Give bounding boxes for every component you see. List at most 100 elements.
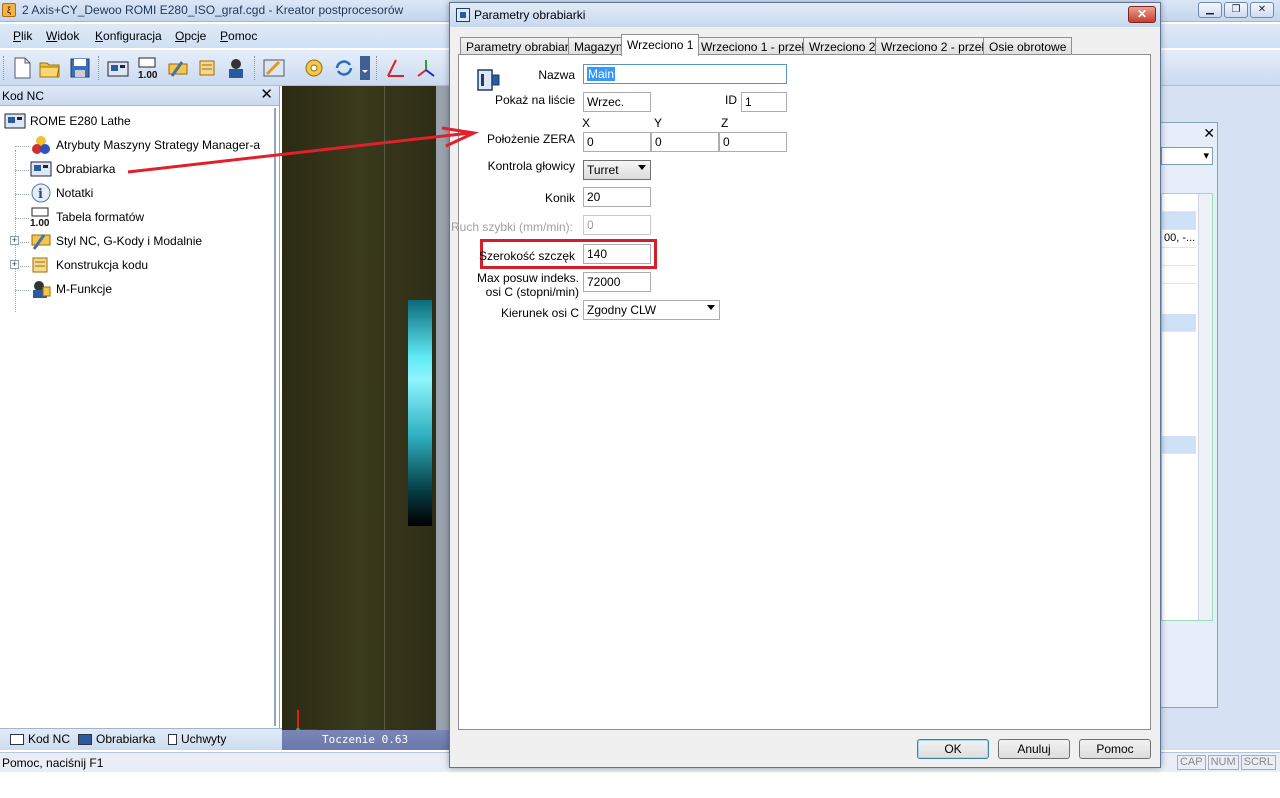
background-combo[interactable] [1161,147,1213,165]
panel-close-icon[interactable]: ✕ [260,87,273,103]
background-close-icon[interactable]: ✕ [1203,125,1215,142]
tab-label: Kod NC [28,732,71,746]
pokaz-input[interactable]: Wrzec. [583,92,651,112]
konik-input[interactable]: 20 [583,187,651,207]
tab-obrabiarka[interactable]: Obrabiarka [78,732,155,746]
menu-plik[interactable]: Plik [13,29,32,43]
tree-item-label: M-Funkcje [56,282,113,296]
dialog-close-button[interactable]: ✕ [1128,6,1156,23]
wrench-icon[interactable] [166,56,190,80]
machine-parameters-dialog: Parametry obrabiarki ✕ Parametry obrabia… [449,2,1161,768]
menu-konfiguracja[interactable]: Konfiguracja [95,29,162,43]
toolbar-separator [254,56,256,80]
menu-pomoc[interactable]: Pomoc [220,29,257,43]
tree-item-konstrukcja[interactable]: Konstrukcja kodu [30,254,148,276]
background-list[interactable]: 00, -... [1161,193,1213,621]
tree-item-label: Styl NC, G-Kody i Modalnie [56,234,203,248]
expand-toggle-icon[interactable]: + [10,260,19,269]
list-item [1162,212,1196,230]
format-table-toolbar-icon[interactable]: 1.00 [136,56,160,81]
toolbar-grip [3,56,5,80]
tools-icon[interactable] [262,56,286,80]
menu-widok[interactable]: Widok [46,29,79,43]
close-button[interactable]: ✕ [1250,2,1274,18]
caps-indicator: CAP [1176,755,1206,770]
app-icon: ξ [2,3,16,17]
new-file-icon[interactable] [10,56,34,80]
menu-opcje[interactable]: Opcje [175,29,206,43]
tab-wrzeciono-1-przel[interactable]: Wrzeciono 1 - przeł. [695,37,814,55]
kontrola-select[interactable]: Turret [583,160,651,180]
panel-bottom-tabs: Kod NC Obrabiarka Uchwyty [0,728,282,750]
tree-item-attributes[interactable]: Atrybuty Maszyny Strategy Manager-a [30,134,260,156]
list-item [1162,436,1196,454]
tab-osie-obrotowe[interactable]: Osie obrotowe [983,37,1073,55]
document-icon [10,733,24,745]
tab-wrzeciono-1[interactable]: Wrzeciono 1 [621,34,700,56]
tab-uchwyty[interactable]: Uchwyty [168,732,226,746]
chevron-down-icon [707,305,715,310]
background-window: ✕ 00, -... [1160,122,1218,708]
axis-3d-icon[interactable] [414,56,438,80]
tab-wrzeciono-2[interactable]: Wrzeciono 2 [803,37,882,55]
tree-item-mfunkcje[interactable]: M-Funkcje [30,278,112,300]
list-item [1162,194,1196,212]
dialog-machine-icon [456,8,470,22]
id-input[interactable]: 1 [741,92,787,112]
help-button[interactable]: Pomoc [1079,739,1151,759]
tab-wrzeciono-2-przel[interactable]: Wrzeciono 2 - przeł. [875,37,994,55]
tree-item-obrabiarka[interactable]: Obrabiarka [30,158,115,180]
tree-item-tabela[interactable]: 1.00 Tabela formatów [30,206,144,229]
mfunction-toolbar-icon[interactable] [224,56,248,80]
background-scrollbar[interactable] [1198,194,1212,620]
toolbar-separator [376,56,378,80]
scroll-toolbar-icon[interactable] [196,56,220,80]
tree-view: ROME E280 Lathe Atrybuty Maszyny Strateg… [0,108,276,726]
szerokosc-input[interactable]: 140 [583,244,651,264]
polozenie-y-input[interactable]: 0 [651,132,719,152]
tree-item-notatki[interactable]: i Notatki [30,182,93,204]
save-icon[interactable] [68,56,92,80]
minimize-button[interactable]: ▁ [1198,2,1222,18]
open-folder-icon[interactable] [38,56,62,80]
attributes-icon [30,135,52,155]
tree-guide-line [15,194,29,195]
ok-button[interactable]: OK [917,739,989,759]
max-posuw-label-line1: Max posuw indeks. [476,271,579,285]
spindle-icon [477,69,500,91]
tab-parametry-obrabiarki[interactable]: Parametry obrabiarki [460,37,584,55]
list-item [1162,314,1196,332]
cancel-button[interactable]: Anuluj [998,739,1070,759]
kontrola-value: Turret [587,163,619,177]
tab-magazyn[interactable]: Magazyn [568,37,629,55]
szerokosc-label: Szerokość szczęk [478,249,575,263]
toolbar-overflow-icon[interactable] [360,56,370,80]
graphics-viewport[interactable]: Toczenie 0.63 [282,86,450,750]
kierunek-select[interactable]: Zgodny CLW [583,300,720,320]
max-posuw-input[interactable]: 72000 [583,272,651,292]
tree-item-styl[interactable]: Styl NC, G-Kody i Modalnie [30,230,202,252]
refresh-icon[interactable] [332,56,356,80]
dialog-titlebar: Parametry obrabiarki ✕ [450,3,1160,27]
svg-text:i: i [38,187,43,202]
machine-toolbar-icon[interactable] [106,56,130,80]
nazwa-label: Nazwa [538,68,575,82]
list-item [1162,266,1196,284]
polozenie-label: Położenie ZERA [486,132,575,146]
tree-item-root[interactable]: ROME E280 Lathe [4,110,131,132]
polozenie-x-input[interactable]: 0 [583,132,651,152]
machine-icon [4,111,26,131]
list-item: 00, -... [1162,230,1196,248]
axis-view-icon[interactable] [384,56,408,80]
axis-triad-icon [296,710,318,732]
style-icon [30,231,52,251]
tree-guide-line [15,146,29,147]
polozenie-z-input[interactable]: 0 [719,132,787,152]
tab-kod-nc[interactable]: Kod NC [10,732,70,746]
status-text: Pomoc, naciśnij F1 [2,756,104,770]
expand-toggle-icon[interactable]: + [10,236,19,245]
nazwa-input[interactable]: Main [583,64,787,84]
restore-button[interactable]: ❐ [1224,2,1248,18]
settings-gear-icon[interactable] [302,56,326,80]
viewport-status-text: Toczenie 0.63 [322,733,409,746]
